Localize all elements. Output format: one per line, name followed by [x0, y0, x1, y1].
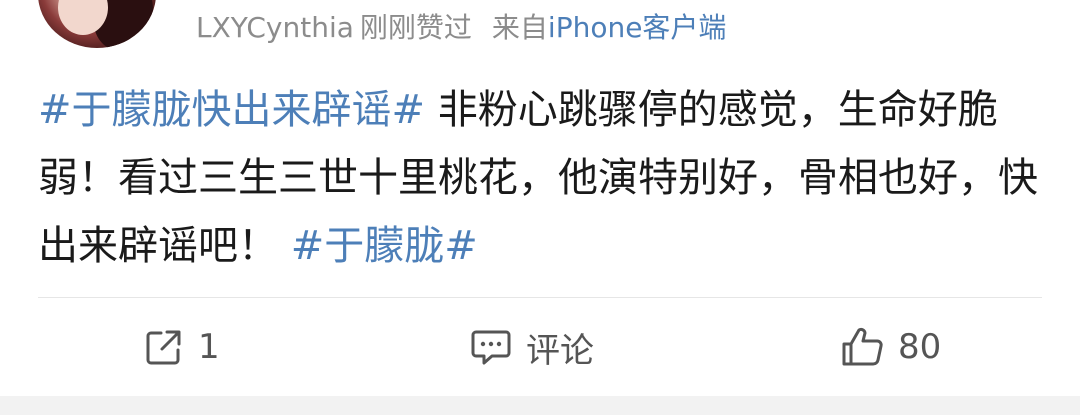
post-header: LXYCynthia 刚刚赞过 来自iPhone客户端	[0, 0, 1080, 60]
topic-link-primary[interactable]: #于朦胧快出来辟谣#	[38, 87, 425, 133]
repost-button[interactable]: 1	[144, 298, 220, 396]
thumbs-up-icon	[840, 326, 884, 368]
topic-link-secondary[interactable]: #于朦胧#	[291, 223, 478, 269]
speech-bubble-icon	[470, 327, 512, 367]
share-arrow-box-icon	[144, 327, 184, 367]
feed-separator	[0, 396, 1080, 415]
weibo-post-card: LXYCynthia 刚刚赞过 来自iPhone客户端 #于朦胧快出来辟谣# 非粉心…	[0, 0, 1080, 395]
username[interactable]: LXYCynthia	[196, 11, 354, 44]
like-count: 80	[898, 327, 942, 367]
post-body: #于朦胧快出来辟谣# 非粉心跳骤停的感觉，生命好脆弱！看过三生三世十里桃花，他演…	[38, 76, 1042, 280]
comment-button[interactable]: 评论	[470, 298, 594, 396]
source-client-link[interactable]: iPhone客户端	[548, 11, 727, 44]
comment-label: 评论	[526, 330, 594, 371]
like-button[interactable]: 80	[840, 298, 941, 396]
source-prefix: 来自	[491, 11, 548, 44]
action-bar: 1 评论 80	[0, 298, 1080, 396]
avatar[interactable]	[38, 0, 156, 48]
post-meta: LXYCynthia 刚刚赞过 来自iPhone客户端	[196, 8, 726, 48]
repost-count: 1	[198, 327, 220, 367]
liked-status: 刚刚赞过	[359, 11, 472, 44]
